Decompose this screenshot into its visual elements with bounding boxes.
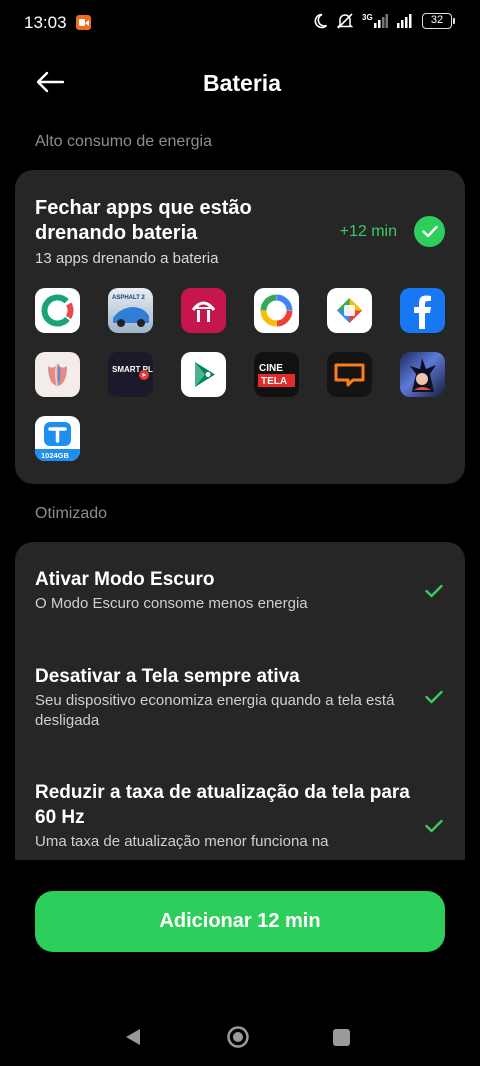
drain-subtitle: 13 apps drenando a bateria (35, 250, 219, 267)
screen-record-icon (76, 15, 91, 30)
navigation-bar (0, 1010, 480, 1066)
asphalt-label: ASPHALT 2 (112, 295, 146, 301)
nav-home-icon[interactable] (226, 1025, 250, 1049)
opt-item-dark-mode[interactable]: Ativar Modo Escuro O Modo Escuro consome… (35, 567, 415, 614)
page-title: Bateria (203, 70, 281, 96)
opt-title: Desativar a Tela sempre ativa (35, 666, 300, 687)
section-label-high-usage: Alto consumo de energia (35, 133, 212, 150)
mute-bell-icon (336, 13, 354, 29)
nav-back-icon[interactable] (124, 1027, 142, 1047)
drain-apps-card[interactable]: Fechar apps que estão drenando bateria 1… (15, 170, 465, 484)
optimized-card: Ativar Modo Escuro O Modo Escuro consome… (15, 542, 465, 860)
app-icon-play-games-2 (181, 352, 226, 397)
section-label-optimized: Otimizado (35, 505, 108, 522)
app-icon-smart-play: SMART PLAY (108, 352, 153, 397)
opt-desc: Seu dispositivo economiza energia quando… (35, 692, 395, 729)
app-icon-bradesco (181, 288, 226, 333)
app-icon-anime (400, 352, 445, 397)
svg-text:TELA: TELA (261, 376, 287, 387)
app-icon-terabox: 1024GB (35, 416, 80, 461)
opt-desc: O Modo Escuro consome menos energia (35, 595, 308, 612)
opt-title: Reduzir a taxa de atualização da tela pa… (35, 782, 410, 828)
drain-title: Fechar apps que estão drenando bateria (35, 197, 252, 244)
app-icon-cine-tela: CINE TELA (254, 352, 299, 397)
check-circle-icon[interactable] (414, 216, 445, 247)
moon-icon (314, 13, 328, 29)
check-icon (425, 690, 443, 704)
signal-3g-icon: 3G (362, 13, 388, 28)
drain-gain: +12 min (339, 223, 397, 240)
app-icon-chat (327, 352, 372, 397)
battery-indicator: 32 (422, 13, 455, 29)
nav-recents-icon[interactable] (333, 1029, 350, 1046)
app-icon-facebook (400, 288, 445, 333)
network-type: 3G (362, 13, 373, 22)
opt-title: Ativar Modo Escuro (35, 569, 215, 590)
opt-desc: Uma taxa de atualização menor funciona n… (35, 833, 329, 850)
add-time-button[interactable]: Adicionar 12 min (35, 891, 445, 952)
status-time: 13:03 (24, 13, 67, 32)
app-icon-tulip (35, 352, 80, 397)
signal-icon (397, 14, 412, 28)
app-icon-play-games (327, 288, 372, 333)
status-icons: 3G 32 (312, 12, 455, 30)
app-icon-c (35, 288, 80, 333)
status-bar: 13:03 3G 32 (0, 0, 480, 48)
app-icon-google-one (254, 288, 299, 333)
app-icon-asphalt: ASPHALT 2 (108, 288, 153, 333)
check-icon (425, 819, 443, 833)
terabox-label: 1024GB (41, 451, 70, 460)
opt-item-refresh-rate[interactable]: Reduzir a taxa de atualização da tela pa… (35, 780, 415, 852)
check-icon (425, 584, 443, 598)
opt-item-always-on[interactable]: Desativar a Tela sempre ativa Seu dispos… (35, 664, 415, 731)
svg-text:CINE: CINE (259, 363, 283, 374)
